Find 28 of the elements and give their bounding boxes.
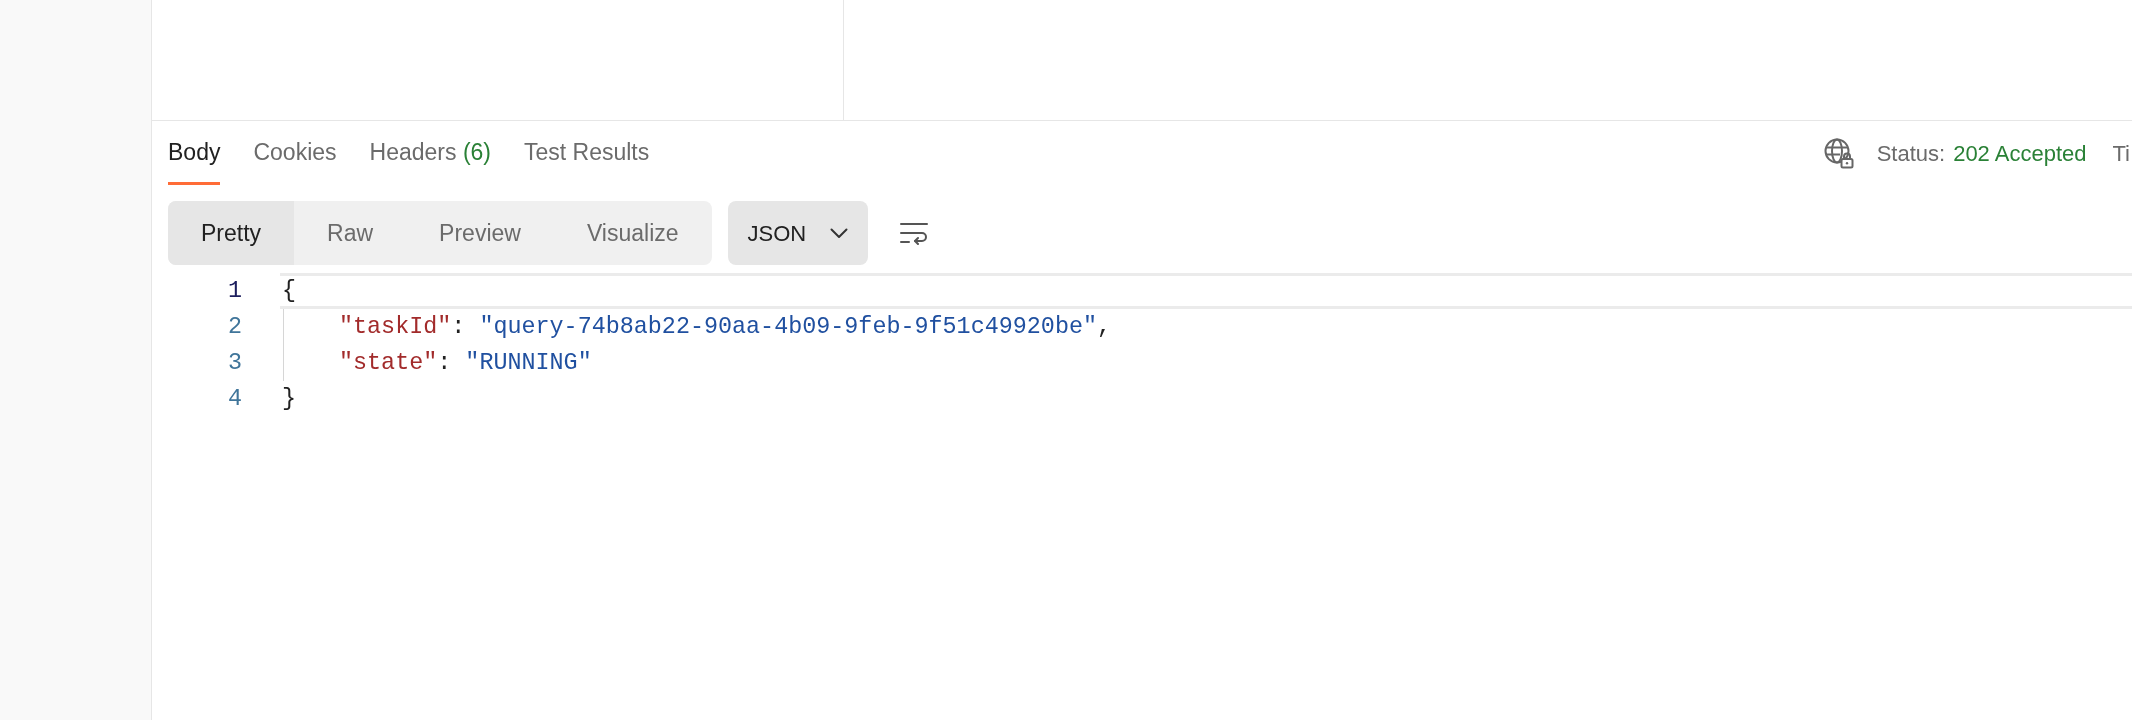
view-mode-tab[interactable]: Preview [406, 201, 554, 265]
globe-lock-icon[interactable] [1822, 137, 1855, 169]
line-number: 2 [226, 313, 243, 342]
view-mode-tab[interactable]: Pretty [168, 201, 295, 265]
response-tab[interactable]: Headers (6) [369, 121, 491, 185]
response-tab[interactable]: Test Results [524, 121, 650, 185]
json-comma: , [1097, 313, 1112, 342]
json-colon: : [437, 349, 452, 378]
json-brace: { [282, 277, 297, 306]
status-code: 202 Accepted [1953, 139, 2087, 168]
status-label: Status: [1876, 139, 1946, 168]
line-number: 4 [226, 385, 243, 414]
view-mode-tab[interactable]: Raw [294, 201, 407, 265]
json-string: "query-74b8ab22-90aa-4b09-9feb-9f51c49920be" [479, 313, 1097, 342]
json-key: "state" [339, 345, 438, 381]
line-number: 1 [226, 277, 243, 306]
format-dropdown[interactable]: JSON [727, 201, 869, 265]
response-tab[interactable]: Cookies [253, 121, 337, 185]
view-mode-tab[interactable]: Visualize [553, 201, 712, 265]
cut-off-label: Ti [2112, 139, 2130, 168]
json-brace: } [282, 385, 297, 414]
json-colon: : [451, 313, 466, 342]
chevron-down-icon [830, 227, 849, 239]
json-key: "taskId" [339, 309, 452, 345]
json-string: "RUNNING" [465, 349, 592, 378]
response-tab[interactable]: Body [168, 121, 221, 185]
wrap-text-icon [900, 221, 929, 245]
line-number: 3 [226, 349, 243, 378]
